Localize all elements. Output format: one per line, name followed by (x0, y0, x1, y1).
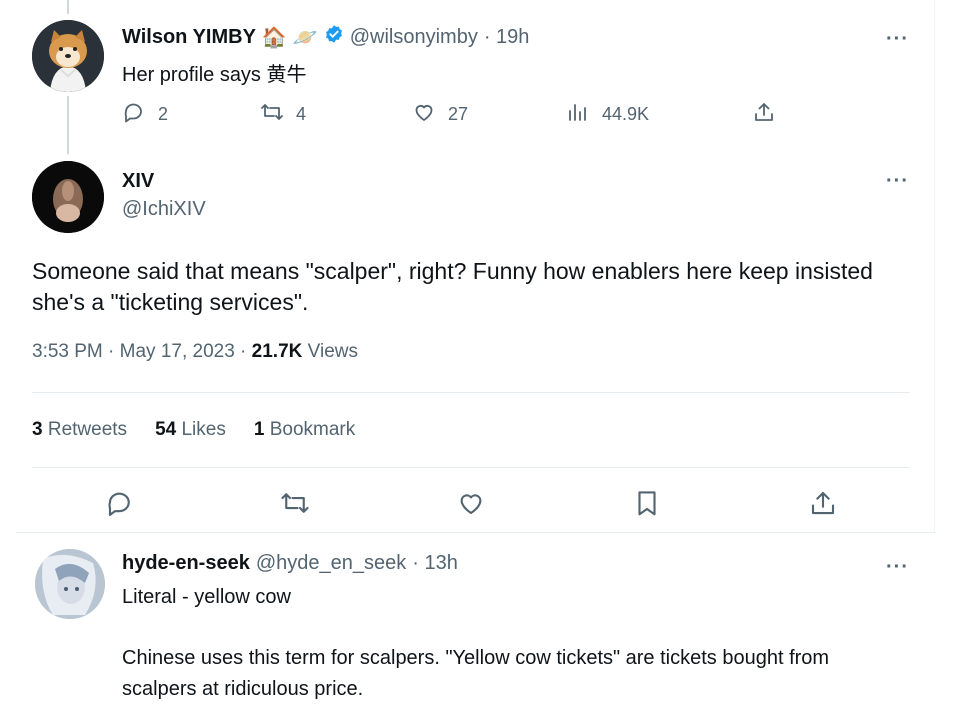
more-options-icon[interactable]: ··· (886, 557, 909, 577)
reply-count: 2 (158, 104, 169, 124)
reply-icon (122, 100, 146, 129)
tweet-text: Chinese uses this term for scalpers. "Ye… (122, 647, 830, 700)
profile-emoji: 🏠 (261, 26, 287, 49)
tweet-header: Wilson YIMBY 🏠 🪐 @wilsonyimby · 19h (122, 24, 529, 50)
share-button[interactable] (752, 100, 776, 129)
reply-icon (105, 492, 135, 522)
likes-label: Likes (181, 419, 226, 440)
retweet-button[interactable]: 4 (260, 100, 306, 129)
tweet-timestamp[interactable]: 3:53 PM · May 17, 2023 · (32, 341, 246, 362)
tweet-stats: 3 Retweets 54 Likes 1 Bookmark (32, 419, 355, 441)
bookmarks-label: Bookmark (269, 419, 356, 440)
author-name[interactable]: XIV (122, 170, 154, 193)
tweet-text: Literal - yellow cow (122, 586, 291, 608)
tweet-header: hyde-en-seek @hyde_en_seek · 13h (122, 552, 458, 575)
like-icon (456, 494, 486, 522)
bookmarks-stat[interactable]: 1 Bookmark (254, 419, 355, 441)
bookmark-button[interactable] (632, 488, 662, 518)
tweet-text: Someone said that means "scalper", right… (32, 258, 873, 315)
bookmarks-count: 1 (253, 419, 265, 440)
avatar[interactable] (35, 549, 105, 619)
like-icon (412, 100, 436, 129)
like-count: 27 (448, 104, 469, 124)
reply-button[interactable]: 2 (122, 100, 168, 129)
divider (32, 467, 910, 468)
likes-stat[interactable]: 54 Likes (155, 419, 226, 441)
likes-count: 54 (155, 419, 177, 440)
views-icon (566, 100, 590, 129)
views-label: Views (307, 341, 358, 362)
tweet-actions (0, 488, 930, 522)
author-handle[interactable]: @hyde_en_seek (256, 552, 406, 575)
views-count: 44.9K (602, 104, 650, 124)
views-button[interactable]: 44.9K (566, 100, 649, 129)
thread-connector (67, 96, 69, 154)
tweet-metadata: 3:53 PM · May 17, 2023 · 21.7K Views (32, 341, 358, 363)
divider (32, 392, 910, 393)
bookmark-icon (632, 491, 662, 522)
panel-border (934, 0, 935, 532)
retweet-icon (280, 493, 310, 522)
more-options-icon[interactable]: ··· (886, 29, 909, 49)
thread-connector (67, 0, 69, 14)
author-handle[interactable]: @wilsonyimby (350, 26, 478, 49)
share-button[interactable] (808, 488, 838, 518)
retweets-stat[interactable]: 3 Retweets (32, 419, 127, 441)
tweet-text: Her profile says 黄牛 (122, 64, 307, 86)
share-icon (808, 491, 838, 522)
more-options-icon[interactable]: ··· (886, 171, 909, 191)
verified-badge-icon (324, 24, 344, 50)
author-name[interactable]: Wilson YIMBY (122, 26, 256, 49)
avatar[interactable] (32, 161, 104, 233)
retweets-label: Retweets (47, 419, 128, 440)
retweet-button[interactable] (280, 488, 310, 518)
like-button[interactable] (456, 488, 486, 518)
reply-button[interactable] (105, 488, 135, 518)
tweet-actions: 2 4 27 44.9K (122, 100, 782, 130)
panel-border (16, 532, 936, 533)
author-handle[interactable]: @IchiXIV (122, 198, 206, 221)
avatar[interactable] (32, 20, 104, 92)
retweets-count: 3 (32, 419, 43, 440)
author-name[interactable]: hyde-en-seek (122, 552, 250, 575)
retweet-icon (260, 100, 284, 129)
tweet-time[interactable]: · 13h (412, 552, 458, 575)
profile-emoji: 🪐 (292, 26, 318, 49)
views-count: 21.7K (251, 341, 303, 362)
share-icon (752, 100, 776, 129)
tweet-time[interactable]: · 19h (484, 26, 530, 49)
like-button[interactable]: 27 (412, 100, 468, 129)
retweet-count: 4 (296, 104, 307, 124)
